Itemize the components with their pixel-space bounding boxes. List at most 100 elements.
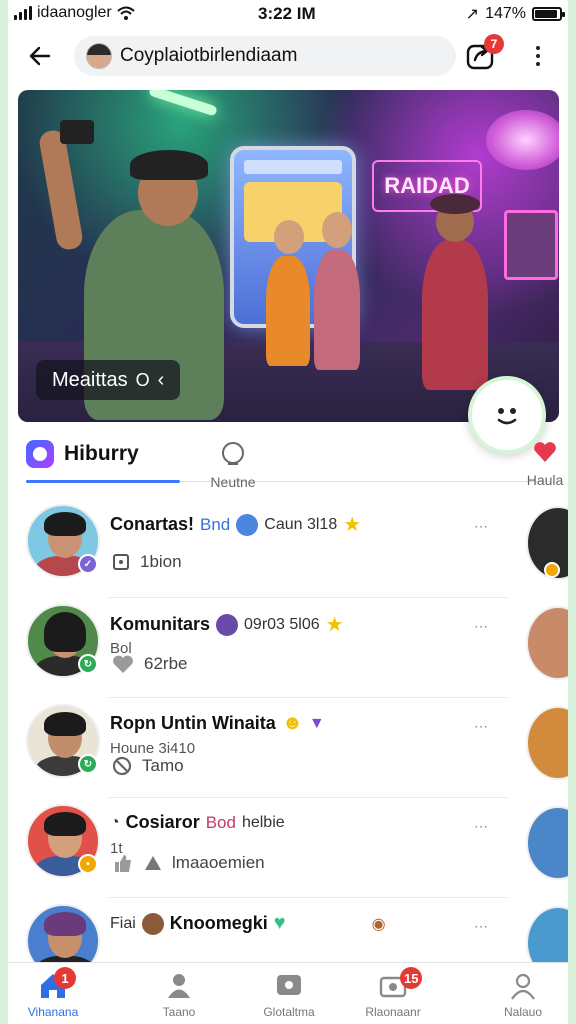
tab-label: Hiburry [64,442,139,465]
battery-percent: 147% [485,5,526,22]
side-avatar[interactable] [526,606,568,680]
nav-people[interactable]: Taano [134,971,224,1019]
nav-badge: 1 [54,967,76,989]
action-text: 62rbe [144,654,188,673]
share-badge: 7 [484,34,504,54]
contact-meta: helbie [241,813,285,831]
disco-light [486,110,559,170]
hero-label-button[interactable]: Meaittas O ‹ [36,360,181,400]
location-icon: ↗ [465,6,480,23]
contact-meta: 09r03 5l06 [244,615,320,633]
heart-icon: ♥ [273,912,286,934]
chevron-left-icon: ‹ [157,368,165,391]
badge-icon: ◉ [371,915,386,933]
status-badge: • [78,854,98,874]
row-more-icon[interactable]: ⋯ [474,918,489,935]
bell-icon [222,442,244,465]
star-icon: ★ [343,514,362,536]
status-dot [544,562,560,578]
hero-label-text: Meaittas [52,368,128,391]
shield-icon: ▼ [308,714,325,732]
status-right: ↗ 147% [465,4,565,24]
neon-light [148,90,218,117]
wifi-icon [117,6,135,20]
chat-icon [277,975,301,995]
tab-bar: Hiburry Neutne Haula [8,432,568,496]
battery-icon [532,7,565,21]
dancer-head [274,220,304,254]
person-icon [168,974,190,998]
row-more-icon[interactable]: ⋯ [474,818,489,835]
tab-haula[interactable]: Haula [522,438,568,488]
mini-avatar [216,613,239,636]
nav-label: Taano [162,1005,196,1019]
share-button[interactable]: 7 [464,34,504,74]
nav-badge: 15 [400,967,423,989]
profile-icon [511,973,535,1000]
like-icon [115,855,131,872]
signal-icon [14,6,32,20]
list-item[interactable]: ↻ Ropn Untin Winaita ☻ ▼ Houne 3i410 Tam… [8,698,568,798]
contact-tag: Bod [205,812,236,832]
square-icon [113,554,129,570]
nav-home[interactable]: 1 Vihanana [8,967,98,1019]
status-bar: idaanogler 3:22 IM ↗ 147% [8,0,568,28]
action-text: 1bion [140,552,182,571]
warning-icon [145,856,161,870]
dancer [422,240,488,390]
app-tab-icon [26,440,54,468]
back-button[interactable] [22,38,58,74]
carrier-name: idaanogler [37,4,112,21]
row-more-icon[interactable]: ⋯ [474,618,489,635]
row-more-icon[interactable]: ⋯ [474,518,489,535]
list-item[interactable]: • ◔ Cosiaror Bod helbie 1t lmaaoemien ⋯ [8,798,568,898]
list-item[interactable]: ↻ Komunitars 09r03 5l06 ★ Bol 62rbe ⋯ [8,598,568,698]
contact-tag: Bnd [200,514,231,534]
contact-name: Knoomegki [169,913,268,933]
list-item[interactable]: ✓ Conartas! Bnd Caun 3l18 ★ 1bion ⋯ [8,498,568,598]
nav-label: Glotaltma [263,1005,315,1019]
status-time: 3:22 IM [258,4,316,23]
side-avatar[interactable] [526,806,568,880]
star-icon: ★ [325,614,344,636]
status-badge: ↻ [78,654,98,674]
top-bar: Coyplaiotbirlendiaam 7 [8,32,568,80]
hero-banner[interactable]: RAIDAD Meaittas O ‹ [18,90,559,422]
active-tab-indicator [26,480,180,483]
tab-hiburry[interactable]: Hiburry [26,440,139,468]
tab-label: Neutne [210,474,256,490]
person-arm [37,128,85,252]
row-more-icon[interactable]: ⋯ [474,718,489,735]
nav-label: Vihanana [27,1005,79,1019]
dancer-hat [430,194,480,214]
row-action[interactable]: 62rbe [112,654,187,674]
nav-profile[interactable]: Nalauo [478,971,568,1019]
smiley-icon [497,408,517,425]
hero-label-suffix: O [135,369,150,390]
group-title-pill[interactable]: Coyplaiotbirlendiaam [74,36,456,76]
row-title: Ropn Untin Winaita ☻ ▼ [110,712,325,735]
more-options-button[interactable] [524,40,552,72]
nav-label: Rlaonaanr [365,1005,421,1019]
dancer [314,250,360,370]
side-avatar[interactable] [526,706,568,780]
mini-avatar [236,513,259,536]
neon-frame [504,210,558,280]
row-action[interactable]: Tamo [112,756,184,776]
tab-label: Haula [526,472,564,488]
row-action[interactable]: 1bion [112,552,182,572]
person-hat [130,150,208,180]
contact-name: Conartas! [110,514,195,534]
nav-chat[interactable]: Glotaltma [244,971,334,1019]
dancer-head [322,212,352,248]
contact-name: Komunitars [110,614,211,634]
nav-label: Nalauo [503,1005,543,1019]
tab-neutne[interactable]: Neutne [204,438,262,490]
row-action[interactable]: lmaaoemien [112,852,265,874]
no-icon [112,756,132,776]
heart-icon [113,655,133,673]
nav-camera[interactable]: 15 Rlaonaanr [348,967,438,1019]
row-title: Conartas! Bnd Caun 3l18 ★ [110,512,361,537]
mini-avatar [141,912,164,935]
selfie-phone [60,120,94,144]
